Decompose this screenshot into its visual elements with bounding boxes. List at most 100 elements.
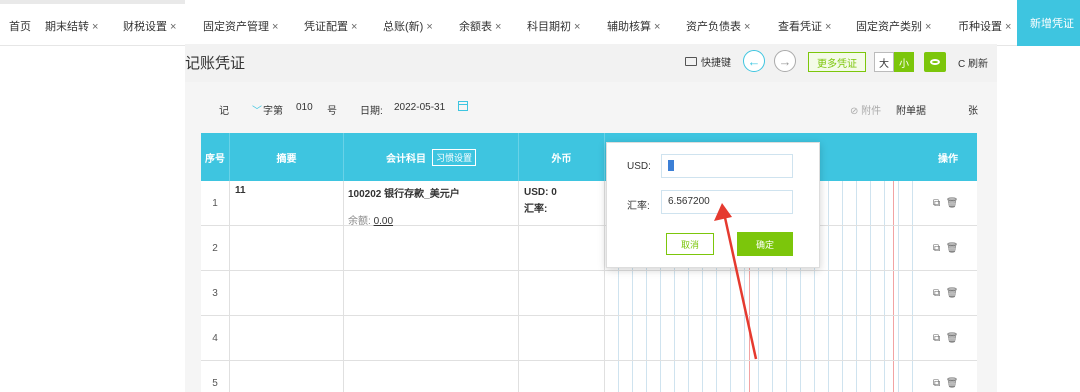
copy-icon[interactable]: ⧉ [933,288,940,299]
close-icon[interactable]: × [574,21,580,33]
close-icon[interactable]: × [170,21,176,33]
keyboard-icon [685,57,697,66]
arrow-shaft [722,212,758,360]
table-row: 1 11 100202 银行存款_美元户 余额: 0.00 USD: 0 汇率:… [201,181,977,227]
tab-currency-settings[interactable]: 币种设置 × [958,18,1011,34]
tab-label: 固定资产类别 [856,21,922,33]
calendar-icon[interactable] [458,101,468,111]
row-number: 2 [201,226,230,271]
subject-cell[interactable] [344,361,519,392]
voucher-number[interactable]: 010 [296,102,313,113]
tab-fixed-assets[interactable]: 固定资产管理 × [203,18,278,34]
copy-icon[interactable]: ⧉ [933,378,940,389]
tab-asset-category[interactable]: 固定资产类别 × [856,18,931,34]
arrow-left-icon: ← [747,53,761,69]
refresh-label: 刷新 [968,59,989,70]
row-actions: ⧉ 🗑 [933,378,958,389]
more-vouchers-button[interactable]: 更多凭证 [808,52,866,72]
tab-voucher-config[interactable]: 凭证配置 × [304,18,357,34]
tab-label: 凭证配置 [304,21,348,33]
close-icon[interactable]: × [825,21,831,33]
trash-icon[interactable]: 🗑 [946,378,959,389]
paperclip-icon: ⊘ [850,106,859,117]
refresh-button[interactable]: C 刷新 [958,55,988,70]
summary-cell[interactable] [230,316,344,361]
shortcut-button[interactable]: 快捷键 [685,54,731,69]
close-icon[interactable]: × [495,21,501,33]
subject-cell[interactable] [344,316,519,361]
tab-balance[interactable]: 余额表 × [459,18,501,34]
fx-cell[interactable] [519,316,605,361]
tab-label: 新增凭证 [1030,18,1074,30]
trash-icon[interactable]: 🗑 [946,198,959,209]
fx-cell[interactable] [519,271,605,316]
close-icon[interactable]: × [744,21,750,33]
fx-cell[interactable] [519,361,605,392]
col-subject: 会计科目 习惯设置 [344,133,519,181]
row-number: 5 [201,361,230,392]
subject-cell[interactable]: 100202 银行存款_美元户 余额: 0.00 [344,181,519,227]
tab-subject-opening[interactable]: 科目期初 × [527,18,580,34]
next-voucher-button[interactable]: → [774,50,796,72]
close-icon[interactable]: × [351,21,357,33]
close-icon[interactable]: × [654,21,660,33]
tab-period-end[interactable]: 期末结转 × [45,18,98,34]
tab-tax-settings[interactable]: 财税设置 × [123,18,176,34]
close-icon[interactable]: × [272,21,278,33]
trash-icon[interactable]: 🗑 [946,243,959,254]
voucher-table: 1 11 100202 银行存款_美元户 余额: 0.00 USD: 0 汇率:… [201,181,977,392]
fx-cell[interactable]: USD: 0 汇率: [519,181,605,226]
tab-balance-sheet[interactable]: 资产负债表 × [686,18,750,34]
tab-new-voucher[interactable]: 新增凭证 [1017,0,1080,46]
tab-label: 首页 [9,21,31,33]
tab-home[interactable]: 首页 [9,18,31,34]
copy-icon[interactable]: ⧉ [933,333,940,344]
copy-icon[interactable]: ⧉ [933,198,940,209]
table-row: 3 ⧉ 🗑 [201,271,977,316]
fx-cell[interactable] [519,226,605,271]
tab-ledger-new[interactable]: 总账(新) × [383,18,433,34]
shortcut-label: 快捷键 [701,58,731,69]
close-icon[interactable]: × [426,21,432,33]
tab-label: 辅助核算 [607,21,651,33]
usd-label: USD: [627,161,651,172]
eye-icon[interactable] [924,52,946,72]
table-row: 4 ⧉ 🗑 [201,316,977,361]
arrow-right-icon: → [778,53,792,69]
row-actions: ⧉ 🗑 [933,288,958,299]
date-field[interactable]: 2022-05-31 [394,102,445,113]
tab-view-voucher[interactable]: 查看凭证 × [778,18,831,34]
row-actions: ⧉ 🗑 [933,333,958,344]
size-large-button[interactable]: 大 [874,52,894,72]
subject-cell[interactable] [344,226,519,271]
prev-voucher-button[interactable]: ← [743,50,765,72]
close-icon[interactable]: × [92,21,98,33]
subject-cell[interactable] [344,271,519,316]
tab-aux-accounting[interactable]: 辅助核算 × [607,18,660,34]
close-icon[interactable]: × [925,21,931,33]
summary-cell[interactable] [230,361,344,392]
habit-settings-button[interactable]: 习惯设置 [431,148,476,166]
page-title: 记账凭证 [185,55,246,72]
voucher-type[interactable]: 记 [219,102,229,117]
summary-cell[interactable] [230,271,344,316]
trash-icon[interactable]: 🗑 [946,288,959,299]
trash-icon[interactable]: 🗑 [946,333,959,344]
size-small-button[interactable]: 小 [894,52,914,72]
copy-icon[interactable]: ⧉ [933,243,940,254]
close-icon[interactable]: × [1005,21,1011,33]
refresh-icon: C [958,59,966,70]
summary-cell[interactable] [230,226,344,271]
tab-label: 查看凭证 [778,21,822,33]
table-row: 5 ⧉ 🗑 [201,361,977,392]
credit-title: 贷方金额 [1019,143,1059,154]
attachment-button[interactable]: ⊘ 附件 [850,102,881,117]
tab-bar: 首页 期末结转 × 财税设置 × 固定资产管理 × 凭证配置 × 总账(新) × 余额表 ×… [0,0,1080,46]
bills-unit: 张 [968,106,978,117]
table-header: 序号 摘要 会计科目 习惯设置 外币 贷方金额 十万千百十元角分 操作 [201,133,1080,181]
tab-label: 科目期初 [527,21,571,33]
summary-cell[interactable]: 11 [230,181,344,226]
balance-line: 余额: 0.00 [348,212,514,227]
usd-input[interactable] [661,154,793,178]
chevron-down-icon[interactable]: ﹀ [252,102,262,117]
